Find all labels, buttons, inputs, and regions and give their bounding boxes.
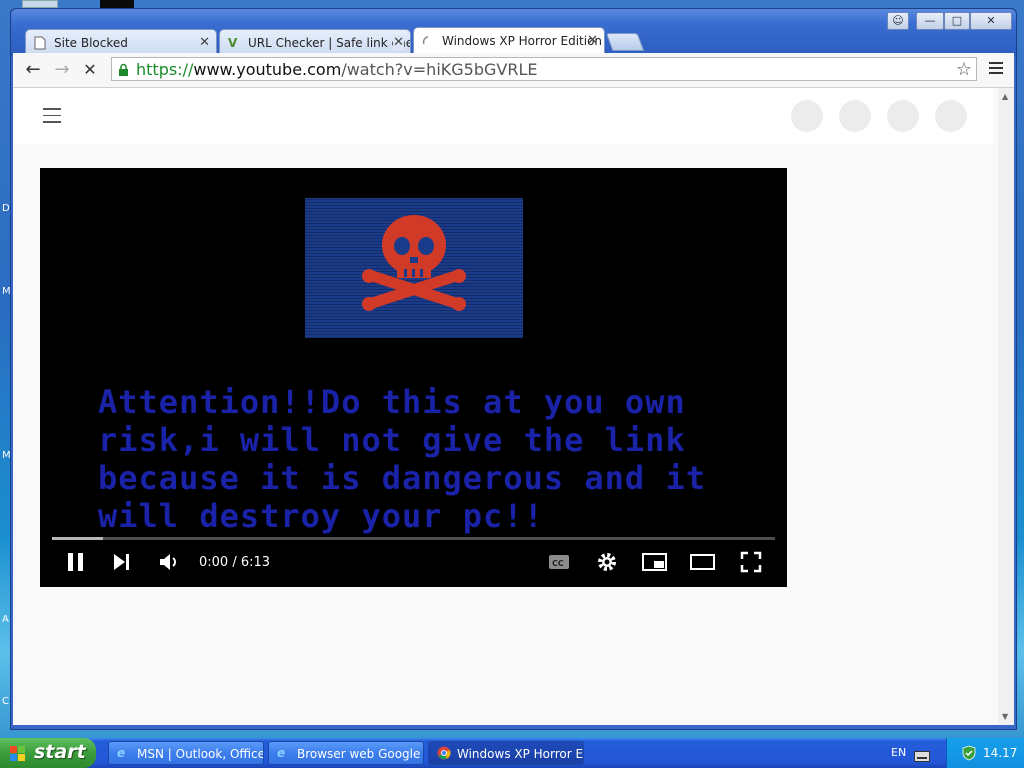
page-icon bbox=[34, 36, 46, 50]
scroll-up-arrow-icon[interactable]: ▲ bbox=[1002, 92, 1008, 101]
back-button[interactable]: ← bbox=[22, 60, 44, 80]
taskbar-item-windows-xp-horror[interactable]: Windows XP Horror E... bbox=[428, 741, 584, 765]
close-tab-icon[interactable]: ✕ bbox=[587, 33, 598, 48]
ie-icon: e bbox=[277, 746, 286, 760]
video-time: 0:00 / 6:13 bbox=[199, 555, 271, 570]
video-progress-bar[interactable] bbox=[52, 537, 775, 540]
chrome-icon bbox=[437, 746, 451, 760]
tab-url-checker[interactable]: V URL Checker | Safe link check ✕ bbox=[219, 29, 411, 53]
taskbar-item-label: MSN | Outlook, Office... bbox=[137, 747, 264, 761]
url-text[interactable]: https://www.youtube.com/watch?v=hiKG5bGV… bbox=[136, 60, 537, 79]
cc-icon: CC bbox=[549, 555, 569, 569]
svg-text:CC: CC bbox=[552, 559, 564, 568]
loading-icon bbox=[422, 34, 434, 48]
header-placeholder-circle[interactable] bbox=[935, 100, 967, 132]
desktop-icon-label[interactable]: D bbox=[2, 203, 10, 214]
url-host: www.youtube.com bbox=[193, 60, 342, 79]
volume-button[interactable] bbox=[158, 551, 180, 577]
chrome-menu-icon[interactable] bbox=[989, 62, 1003, 77]
close-tab-icon[interactable]: ✕ bbox=[393, 35, 404, 50]
close-tab-icon[interactable]: ✕ bbox=[199, 35, 210, 50]
header-placeholder-circle[interactable] bbox=[887, 100, 919, 132]
tab-site-blocked[interactable]: Site Blocked ✕ bbox=[25, 29, 217, 53]
video-warning-text: Attention!!Do this at you own risk,i wil… bbox=[98, 383, 706, 535]
url-scheme: https:// bbox=[136, 60, 194, 79]
tab-title: Windows XP Horror Edition - bbox=[442, 34, 605, 48]
youtube-header bbox=[13, 88, 993, 144]
tab-title: URL Checker | Safe link check bbox=[248, 36, 411, 50]
header-placeholder-circle[interactable] bbox=[839, 100, 871, 132]
profile-button[interactable]: ☺ bbox=[887, 12, 909, 30]
pause-icon bbox=[68, 553, 83, 571]
close-window-button[interactable]: ✕ bbox=[970, 12, 1012, 30]
skull-crossbones-icon bbox=[362, 215, 466, 311]
windows-logo-icon bbox=[10, 745, 26, 761]
skull-flag-image bbox=[305, 198, 523, 338]
desktop-icon-label[interactable]: A bbox=[2, 614, 9, 625]
ie-icon: e bbox=[117, 746, 126, 760]
next-icon bbox=[114, 554, 129, 570]
browser-toolbar: ← → ✕ https://www.youtube.com/watch?v=hi… bbox=[13, 53, 1014, 88]
address-bar[interactable]: https://www.youtube.com/watch?v=hiKG5bGV… bbox=[111, 57, 977, 81]
title-bar[interactable]: ☺ — □ ✕ Site Blocked ✕ V URL Checker | S… bbox=[11, 9, 1016, 57]
minimize-button[interactable]: — bbox=[916, 12, 944, 30]
new-tab-button[interactable] bbox=[605, 33, 645, 51]
page-content: Attention!!Do this at you own risk,i wil… bbox=[13, 88, 998, 725]
next-button[interactable] bbox=[112, 551, 132, 577]
desktop-icon-partial[interactable] bbox=[22, 0, 58, 8]
bookmark-star-icon[interactable]: ☆ bbox=[956, 59, 972, 80]
taskbar-item-label: Windows XP Horror E... bbox=[457, 747, 584, 761]
start-button[interactable]: start bbox=[0, 738, 96, 768]
vertical-scrollbar[interactable]: ▲ ▼ bbox=[998, 88, 1014, 725]
progress-played bbox=[52, 537, 103, 540]
captions-button[interactable]: CC bbox=[548, 551, 570, 577]
fullscreen-button[interactable] bbox=[740, 551, 762, 577]
miniplayer-icon bbox=[642, 553, 667, 571]
fullscreen-icon bbox=[740, 551, 762, 573]
miniplayer-button[interactable] bbox=[642, 551, 668, 577]
header-placeholder-circle[interactable] bbox=[791, 100, 823, 132]
settings-button[interactable] bbox=[596, 551, 618, 577]
url-path: /watch?v=hiKG5bGVRLE bbox=[341, 60, 538, 79]
taskbar-item-label: Browser web Google ... bbox=[297, 747, 424, 761]
taskbar-item-msn[interactable]: e MSN | Outlook, Office... bbox=[108, 741, 264, 765]
start-label: start bbox=[34, 741, 86, 763]
security-shield-icon[interactable] bbox=[961, 745, 977, 761]
keyboard-icon[interactable] bbox=[914, 747, 930, 762]
tab-title: Site Blocked bbox=[54, 36, 128, 50]
video-player[interactable]: Attention!!Do this at you own risk,i wil… bbox=[40, 168, 787, 587]
hamburger-menu-icon[interactable] bbox=[43, 108, 61, 128]
theater-icon bbox=[690, 554, 715, 570]
system-tray: 14.17 bbox=[946, 738, 1024, 768]
browser-window: ☺ — □ ✕ Site Blocked ✕ V URL Checker | S… bbox=[10, 8, 1017, 730]
desktop-icon-partial-dark[interactable] bbox=[100, 0, 134, 8]
theater-mode-button[interactable] bbox=[690, 551, 716, 577]
v-logo-icon: V bbox=[228, 36, 238, 50]
pause-button[interactable] bbox=[66, 551, 86, 577]
lock-icon[interactable] bbox=[118, 62, 128, 76]
clock[interactable]: 14.17 bbox=[983, 746, 1017, 760]
forward-button[interactable]: → bbox=[51, 60, 73, 80]
maximize-button[interactable]: □ bbox=[944, 12, 970, 30]
stop-button[interactable]: ✕ bbox=[79, 60, 101, 80]
taskbar: start e MSN | Outlook, Office... e Brows… bbox=[0, 738, 1024, 768]
scroll-down-arrow-icon[interactable]: ▼ bbox=[1002, 712, 1008, 721]
volume-icon bbox=[160, 554, 176, 570]
gear-icon bbox=[598, 553, 616, 571]
desktop-icon-label[interactable]: C bbox=[2, 696, 9, 707]
taskbar-item-browser-web[interactable]: e Browser web Google ... bbox=[268, 741, 424, 765]
tab-windows-xp-horror[interactable]: Windows XP Horror Edition - ✕ bbox=[413, 27, 605, 54]
language-indicator[interactable]: EN bbox=[891, 746, 906, 759]
